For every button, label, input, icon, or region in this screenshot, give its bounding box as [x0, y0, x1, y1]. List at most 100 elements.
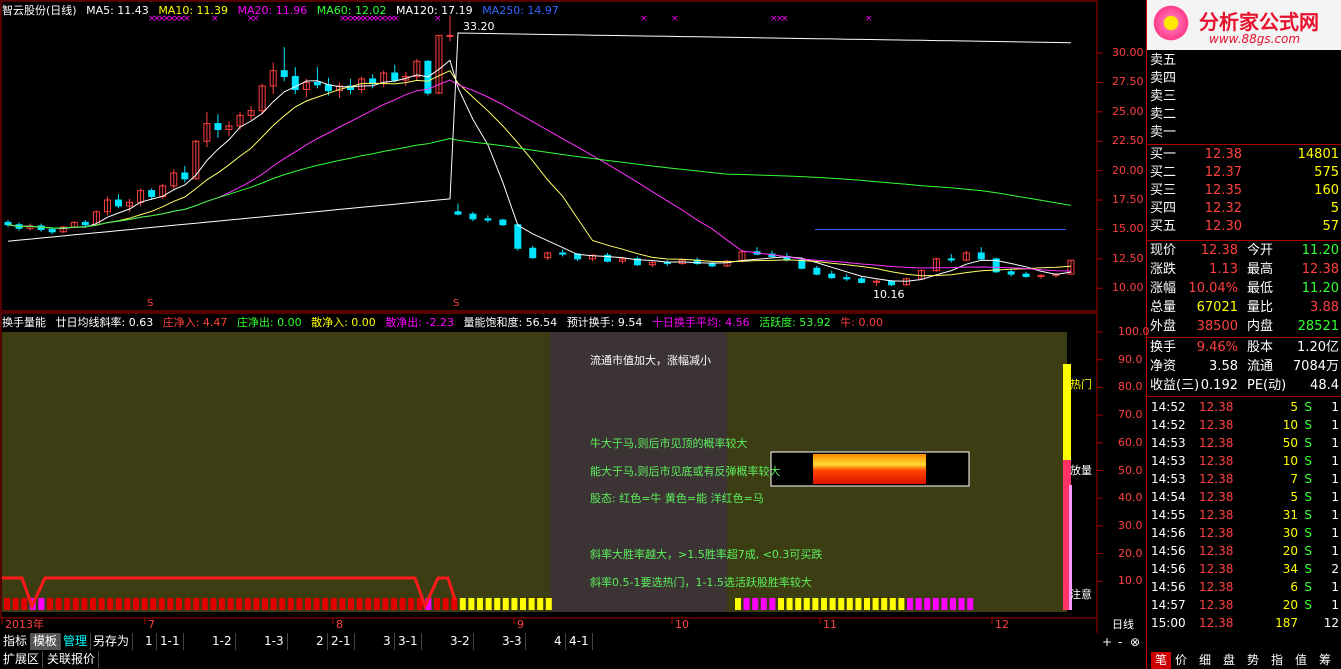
template-tab[interactable]: 2-1: [328, 633, 355, 650]
candle-body: [828, 273, 836, 279]
ma20-line: [7, 79, 1071, 272]
state-bar: [21, 598, 28, 610]
state-bar: [167, 598, 174, 610]
ma5-line: [7, 59, 1071, 282]
template-tab[interactable]: 4-1: [566, 633, 593, 650]
zoom-in-button[interactable]: +: [1102, 635, 1112, 649]
state-bar: [210, 598, 217, 610]
state-bar: [296, 598, 303, 610]
ind-tick-label: 90.0: [1118, 352, 1143, 366]
note-6: 斜率0.5-1要选热门，1-1.5选活跃股胜率较大: [590, 576, 812, 589]
panel-tab[interactable]: 细: [1199, 652, 1211, 669]
freq-label: 日线: [1112, 618, 1134, 631]
signal-mark-s: S: [147, 298, 154, 309]
state-bar: [803, 598, 810, 610]
tick-row: 14:56 12.38 6 S 1: [1151, 580, 1339, 594]
stock-name: 智云股份(日线): [2, 4, 77, 17]
panel-tab[interactable]: 笔: [1151, 652, 1172, 669]
state-bar: [399, 598, 406, 610]
signal-mark-s-2: S: [453, 298, 460, 309]
panel-tab[interactable]: 势: [1247, 652, 1259, 669]
yjhs-value: 预计换手: 9.54: [566, 316, 643, 329]
price-tick-label: 15.00: [1112, 222, 1144, 236]
state-bar: [468, 598, 475, 610]
time-tick-label: 2013年: [5, 618, 44, 631]
zoom-out-button[interactable]: -: [1118, 635, 1122, 649]
note-5: 斜率大胜率越大，>1.5胜率超7成, <0.3可买跌: [590, 548, 823, 561]
state-bar: [812, 598, 819, 610]
tick-row: 14:53 12.38 50 S 1: [1151, 436, 1339, 450]
template-tab[interactable]: 4: [551, 633, 566, 650]
slope-value: 廿日均线斜率: 0.63: [55, 316, 154, 329]
state-bar: [511, 598, 518, 610]
template-tab[interactable]: 模板: [30, 633, 62, 650]
state-bar: [158, 598, 165, 610]
state-bar: [55, 598, 62, 610]
state-bar: [176, 598, 182, 610]
candle-body: [529, 247, 537, 259]
tick-row: 14:52 12.38 5 S 1: [1151, 400, 1339, 414]
state-bar: [821, 598, 827, 610]
state-bar: [872, 598, 879, 610]
template-tab[interactable]: 管理: [60, 633, 92, 650]
state-bar: [47, 598, 53, 610]
ind-tick-label: 60.0: [1118, 435, 1143, 449]
state-bar: [253, 598, 260, 610]
template-tab[interactable]: 3-2: [447, 633, 474, 650]
tick-row: 14:56 12.38 34 S 2: [1151, 562, 1339, 576]
panel-tab[interactable]: 筹: [1319, 652, 1331, 669]
extension-tab[interactable]: 关联报价: [44, 651, 100, 668]
quote-row: 涨幅 10.04% 最低 11.20: [1150, 281, 1339, 296]
tick-row: 14:55 12.38 31 S 1: [1151, 508, 1339, 522]
state-bar: [743, 598, 750, 610]
template-tab[interactable]: 3: [380, 633, 395, 650]
note-3: 能大于马,则后市见底或有反弹概率较大: [590, 465, 781, 478]
zjr-value: 庄净入: 4.47: [162, 316, 228, 329]
candle-body: [484, 218, 492, 221]
state-bar: [313, 598, 320, 610]
ma60-line: [7, 137, 1071, 229]
ma5-value: MA5: 11.43: [86, 4, 149, 17]
state-bar: [786, 598, 793, 610]
state-bar: [227, 598, 234, 610]
ma120-line: [7, 32, 1071, 242]
time-tick-label: 12: [995, 618, 1009, 631]
panel-tab[interactable]: 价: [1175, 652, 1187, 669]
extension-tab[interactable]: 扩展区: [0, 651, 44, 668]
state-bar: [98, 598, 105, 610]
note-2: 牛大于马,则后市见顶的概率较大: [590, 437, 748, 450]
template-tab[interactable]: 1-3: [261, 633, 288, 650]
panel-tab[interactable]: 盘: [1223, 652, 1235, 669]
zjc-value: 庄净出: 0.00: [236, 316, 302, 329]
price-tick-label: 27.50: [1112, 75, 1144, 89]
quote-row: 涨跌 1.13 最高 12.38: [1150, 262, 1339, 277]
candle-body: [708, 263, 716, 267]
quote-panel: 分析家公式网 www.88gs.com 卖五 卖四 卖三 卖二 卖一 买一 12.38 14…: [1146, 0, 1341, 669]
candle-body: [115, 199, 122, 207]
panel-tab[interactable]: 值: [1295, 652, 1307, 669]
template-tab[interactable]: 3-1: [395, 633, 422, 650]
template-tab[interactable]: 1-1: [157, 633, 184, 650]
candle-body: [148, 190, 156, 198]
template-tab[interactable]: 1: [142, 633, 157, 650]
template-tab[interactable]: 3-3: [499, 633, 526, 650]
quote-row-2: 净资 3.58 流通 7084万: [1150, 359, 1339, 374]
panel-tab[interactable]: 指: [1271, 652, 1283, 669]
sjc-value: 散净出: -2.23: [385, 316, 454, 329]
hot-label: 热门: [1070, 378, 1092, 391]
template-tab[interactable]: 另存为: [90, 633, 134, 650]
state-bar: [339, 598, 346, 610]
state-bar: [941, 598, 948, 610]
template-tab[interactable]: 1-2: [209, 633, 236, 650]
template-tab[interactable]: 指标: [0, 633, 32, 650]
sell-row: 卖三: [1150, 89, 1177, 104]
state-bar: [932, 598, 939, 610]
state-bar: [391, 598, 397, 610]
state-bar: [760, 598, 767, 610]
state-bar: [244, 598, 251, 610]
candle-body: [813, 267, 821, 275]
price-tick-label: 30.00: [1112, 46, 1144, 60]
close-icon[interactable]: ⊗: [1130, 635, 1140, 649]
candle-body: [181, 172, 189, 180]
template-tab[interactable]: 2: [313, 633, 328, 650]
